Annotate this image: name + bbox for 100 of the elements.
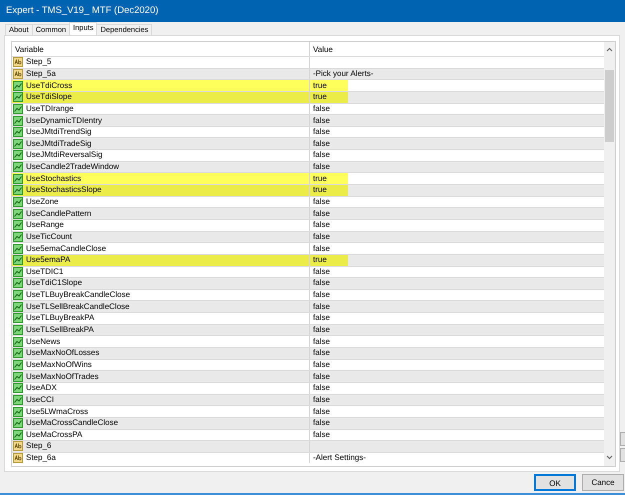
variable-name: UseDynamicTDIentry xyxy=(26,116,102,126)
table-row[interactable]: Step_5a -Pick your Alerts- xyxy=(12,68,604,80)
variable-name: Step_6a xyxy=(26,453,56,464)
value-text: false xyxy=(313,232,330,242)
cancel-button[interactable]: Cance xyxy=(582,474,624,491)
table-row[interactable]: UseCCI false xyxy=(12,394,604,406)
variable-name: Step_5a xyxy=(26,68,56,79)
variable-name: UseZone xyxy=(26,197,58,207)
variable-name: UseTLSellBreakPA xyxy=(26,325,94,336)
text-type-icon xyxy=(13,453,23,464)
variable-name: UseTdiC1Slope xyxy=(26,278,82,288)
value-text: false xyxy=(313,116,330,126)
variable-name: UseTDIrange xyxy=(26,104,74,114)
value-text: true xyxy=(313,185,327,196)
value-text: false xyxy=(313,406,330,417)
value-text: false xyxy=(313,162,330,172)
value-text: false xyxy=(313,418,330,428)
table-row[interactable]: UseTLSellBreakPA false xyxy=(12,324,604,336)
ok-button[interactable]: OK xyxy=(534,474,576,491)
table-row[interactable]: UseTdiSlope true xyxy=(12,90,604,103)
variable-name: UseJMtdiReversalSig xyxy=(26,150,102,160)
value-text: false xyxy=(313,278,330,288)
value-text: -Alert Settings- xyxy=(313,453,366,464)
chart-line-icon xyxy=(13,383,23,394)
side-button[interactable] xyxy=(620,448,625,462)
text-type-icon xyxy=(13,57,23,68)
variable-name: Use5LWmaCross xyxy=(26,406,88,417)
variable-name: UseRange xyxy=(26,220,64,230)
table-row[interactable]: Step_6 xyxy=(12,440,604,452)
chart-line-icon xyxy=(13,418,23,428)
value-text: -Pick your Alerts- xyxy=(313,68,374,79)
variable-name: UseTLSellBreakCandleClose xyxy=(26,302,130,312)
table-row[interactable]: Step_6a -Alert Settings- xyxy=(12,452,604,464)
chart-line-icon xyxy=(13,232,23,242)
chart-line-icon xyxy=(13,104,23,114)
table-row[interactable]: UseMaxNoOfTrades false xyxy=(12,370,604,382)
table-row[interactable]: UseStochasticsSlope true xyxy=(12,184,604,196)
variable-name: Use5emaCandleClose xyxy=(26,244,106,254)
value-text: false xyxy=(313,220,330,230)
table-row[interactable]: UseMaCrossCandleClose false xyxy=(12,416,604,428)
variable-name: UseCandlePattern xyxy=(26,208,92,219)
chart-line-icon xyxy=(13,138,23,149)
variable-name: UseNews xyxy=(26,336,60,347)
value-text: false xyxy=(313,383,330,394)
table-row[interactable]: UseTicCount false xyxy=(12,230,604,242)
value-text: true xyxy=(313,174,327,184)
variable-name: UseStochasticsSlope xyxy=(26,185,102,196)
value-text: false xyxy=(313,244,330,254)
variable-name: UseMaCrossPA xyxy=(26,430,82,440)
table-row[interactable]: Use5emaPA true xyxy=(12,254,604,266)
value-text: false xyxy=(313,348,330,358)
chart-line-icon xyxy=(13,430,23,440)
side-button[interactable] xyxy=(620,432,625,446)
chart-line-icon xyxy=(13,394,23,405)
value-text: false xyxy=(313,372,330,382)
value-text: true xyxy=(313,92,327,102)
value-text: false xyxy=(313,336,330,347)
variable-name: UseTDIC1 xyxy=(26,266,64,277)
table-row[interactable]: UseTdiC1Slope false xyxy=(12,277,604,289)
variable-name: UseTdiSlope xyxy=(26,92,72,102)
chart-line-icon xyxy=(13,290,23,300)
value-text: false xyxy=(313,360,330,370)
value-text: false xyxy=(313,394,330,405)
chart-line-icon xyxy=(13,313,23,324)
chart-line-icon xyxy=(13,372,23,382)
table-row[interactable]: UseCandlePattern false xyxy=(12,207,604,219)
table-row[interactable]: UseCandle2TradeWindow false xyxy=(12,160,604,172)
value-text: false xyxy=(313,127,330,138)
value-text: false xyxy=(313,138,330,149)
variable-name: UseMaxNoOfLosses xyxy=(26,348,100,358)
variable-name: UseMaxNoOfWins xyxy=(26,360,92,370)
table-row[interactable]: UseMaxNoOfLosses false xyxy=(12,347,604,359)
chart-line-icon xyxy=(13,116,23,126)
value-text: false xyxy=(313,150,330,160)
chart-line-icon xyxy=(13,208,23,219)
chart-line-icon xyxy=(13,92,23,102)
value-text: true xyxy=(313,80,327,91)
variable-name: UseTdiCross xyxy=(26,80,72,91)
chart-line-icon xyxy=(13,220,23,230)
chart-line-icon xyxy=(13,302,23,312)
chart-line-icon xyxy=(13,325,23,336)
value-text: false xyxy=(313,104,330,114)
value-text: false xyxy=(313,197,330,207)
chart-line-icon xyxy=(13,80,23,91)
chart-line-icon xyxy=(13,348,23,358)
table-row[interactable]: UseDynamicTDIentry false xyxy=(12,114,604,126)
table-row[interactable]: UseJMtdiTradeSig false xyxy=(12,137,604,150)
variable-name: UseMaxNoOfTrades xyxy=(26,372,99,382)
column-header[interactable]: Variable xyxy=(12,42,310,56)
variable-name: UseStochastics xyxy=(26,174,82,184)
table-row[interactable]: UseTdiCross true xyxy=(12,79,604,91)
chart-line-icon xyxy=(13,174,23,184)
value-text: false xyxy=(313,313,330,324)
chart-line-icon xyxy=(13,266,23,277)
value-text: false xyxy=(313,290,330,300)
column-header[interactable]: Value xyxy=(310,42,333,56)
variable-name: Step_5 xyxy=(26,57,52,68)
variable-name: UseTLBuyBreakCandleClose xyxy=(26,290,130,300)
table-row[interactable]: UseTLSellBreakCandleClose false xyxy=(12,300,604,312)
text-type-icon xyxy=(13,441,23,452)
